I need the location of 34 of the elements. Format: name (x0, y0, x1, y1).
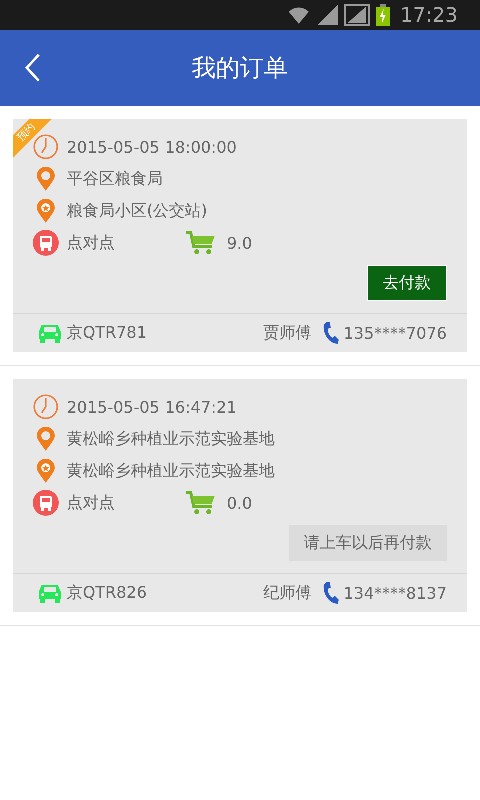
battery-icon (376, 4, 390, 26)
status-time: 17:23 (400, 3, 458, 27)
phone-icon[interactable] (322, 321, 340, 345)
bus-icon (33, 230, 59, 256)
license-plate: 京QTR781 (67, 322, 148, 344)
cart-icon (185, 490, 217, 516)
price-text: 0.0 (227, 494, 252, 512)
signal-icon (344, 4, 370, 26)
destination-text: 粮食局小区(公交站) (67, 200, 208, 222)
signal-icon (316, 5, 338, 25)
origin-text: 黄松峪乡种植业示范实验基地 (67, 428, 275, 450)
clock-icon (33, 394, 59, 420)
destination-text: 黄松峪乡种植业示范实验基地 (67, 460, 275, 482)
order-time: 2015-05-05 18:00:00 (67, 138, 237, 156)
driver-name: 纪师傅 (264, 582, 312, 604)
driver-name: 贾师傅 (264, 322, 312, 344)
back-icon[interactable] (25, 53, 41, 83)
license-plate: 京QTR826 (67, 582, 148, 604)
phone-icon[interactable] (322, 581, 340, 605)
route-type: 点对点 (67, 492, 116, 514)
car-icon (37, 583, 63, 603)
page-title: 我的订单 (191, 53, 289, 84)
price-text: 9.0 (227, 234, 252, 252)
clock-icon (33, 134, 59, 160)
route-type: 点对点 (67, 232, 116, 254)
cart-icon (185, 230, 217, 256)
car-icon (37, 323, 63, 343)
phone-number[interactable]: 134****8137 (344, 584, 447, 602)
pay-button[interactable]: 去付款 (367, 265, 447, 301)
order-time: 2015-05-05 16:47:21 (67, 398, 237, 416)
order-card[interactable]: 预约 2015-05-05 18:00:00 平谷区粮食局 粮食局小区(公交站) 点对点 9.0 去付款 京QTR781 贾师傅 135****7076 (13, 119, 467, 352)
bus-icon (33, 490, 59, 516)
phone-number[interactable]: 135****7076 (344, 324, 447, 342)
origin-text: 平谷区粮食局 (67, 168, 163, 190)
